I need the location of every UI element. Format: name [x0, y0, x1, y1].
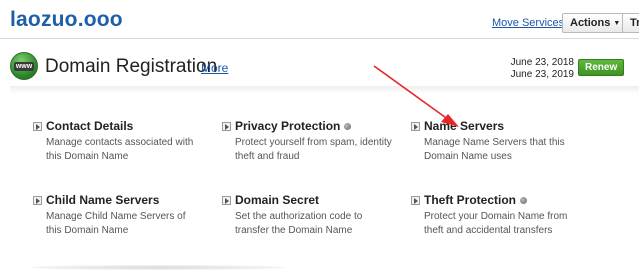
status-dot-icon — [344, 122, 352, 130]
actions-dropdown-button[interactable]: Actions ▼ — [562, 13, 629, 33]
expand-arrow-icon — [411, 195, 420, 205]
item-privacy-protection[interactable]: Privacy Protection Protect yourself from… — [222, 119, 392, 164]
item-label[interactable]: Theft Protection — [424, 193, 516, 207]
domain-name-title: laozuo.ooo — [10, 8, 123, 31]
renew-button[interactable]: Renew — [578, 59, 625, 76]
section-title: Domain Registration — [45, 56, 218, 77]
item-description: Protect your Domain Name from theft and … — [424, 211, 568, 236]
header-divider — [0, 38, 639, 39]
item-label[interactable]: Name Servers — [424, 119, 504, 133]
item-label[interactable]: Domain Secret — [235, 193, 319, 207]
item-theft-protection[interactable]: Theft Protection Protect your Domain Nam… — [411, 193, 581, 238]
item-domain-secret[interactable]: Domain Secret Set the authorization code… — [222, 193, 392, 238]
registration-dates: June 23, 2018 June 23, 2019 — [511, 57, 574, 81]
actions-label: Actions — [570, 17, 611, 29]
date-expires: June 23, 2019 — [510, 69, 574, 80]
item-name-servers[interactable]: Name Servers Manage Name Servers that th… — [411, 119, 581, 164]
item-child-name-servers[interactable]: Child Name Servers Manage Child Name Ser… — [33, 193, 203, 238]
truncated-button[interactable]: Tr — [622, 13, 639, 33]
status-dot-icon — [520, 196, 527, 204]
expand-arrow-icon — [411, 121, 420, 131]
item-contact-details[interactable]: Contact Details Manage contacts associat… — [33, 119, 203, 164]
item-description: Set the authorization code to transfer t… — [235, 211, 363, 236]
item-description: Manage Child Name Servers of this Domain… — [46, 211, 186, 236]
caret-down-icon: ▼ — [613, 19, 621, 27]
more-link[interactable]: More — [201, 61, 228, 75]
item-label[interactable]: Contact Details — [46, 119, 133, 133]
date-registered: June 23, 2018 — [510, 57, 574, 68]
item-description: Manage Name Servers that this Domain Nam… — [424, 137, 565, 162]
www-globe-icon: www — [10, 52, 38, 80]
expand-arrow-icon — [33, 195, 42, 205]
move-services-link[interactable]: Move Services — [492, 17, 564, 29]
www-icon-text: www — [13, 61, 35, 71]
item-description: Protect yourself from spam, identity the… — [235, 137, 392, 162]
panel-top-shade — [10, 86, 639, 94]
item-label[interactable]: Privacy Protection — [235, 119, 340, 133]
item-description: Manage contacts associated with this Dom… — [46, 137, 194, 162]
expand-arrow-icon — [222, 121, 231, 131]
expand-arrow-icon — [222, 195, 231, 205]
item-label[interactable]: Child Name Servers — [46, 193, 159, 207]
expand-arrow-icon — [33, 121, 42, 131]
panel-bottom-shadow — [30, 265, 285, 270]
